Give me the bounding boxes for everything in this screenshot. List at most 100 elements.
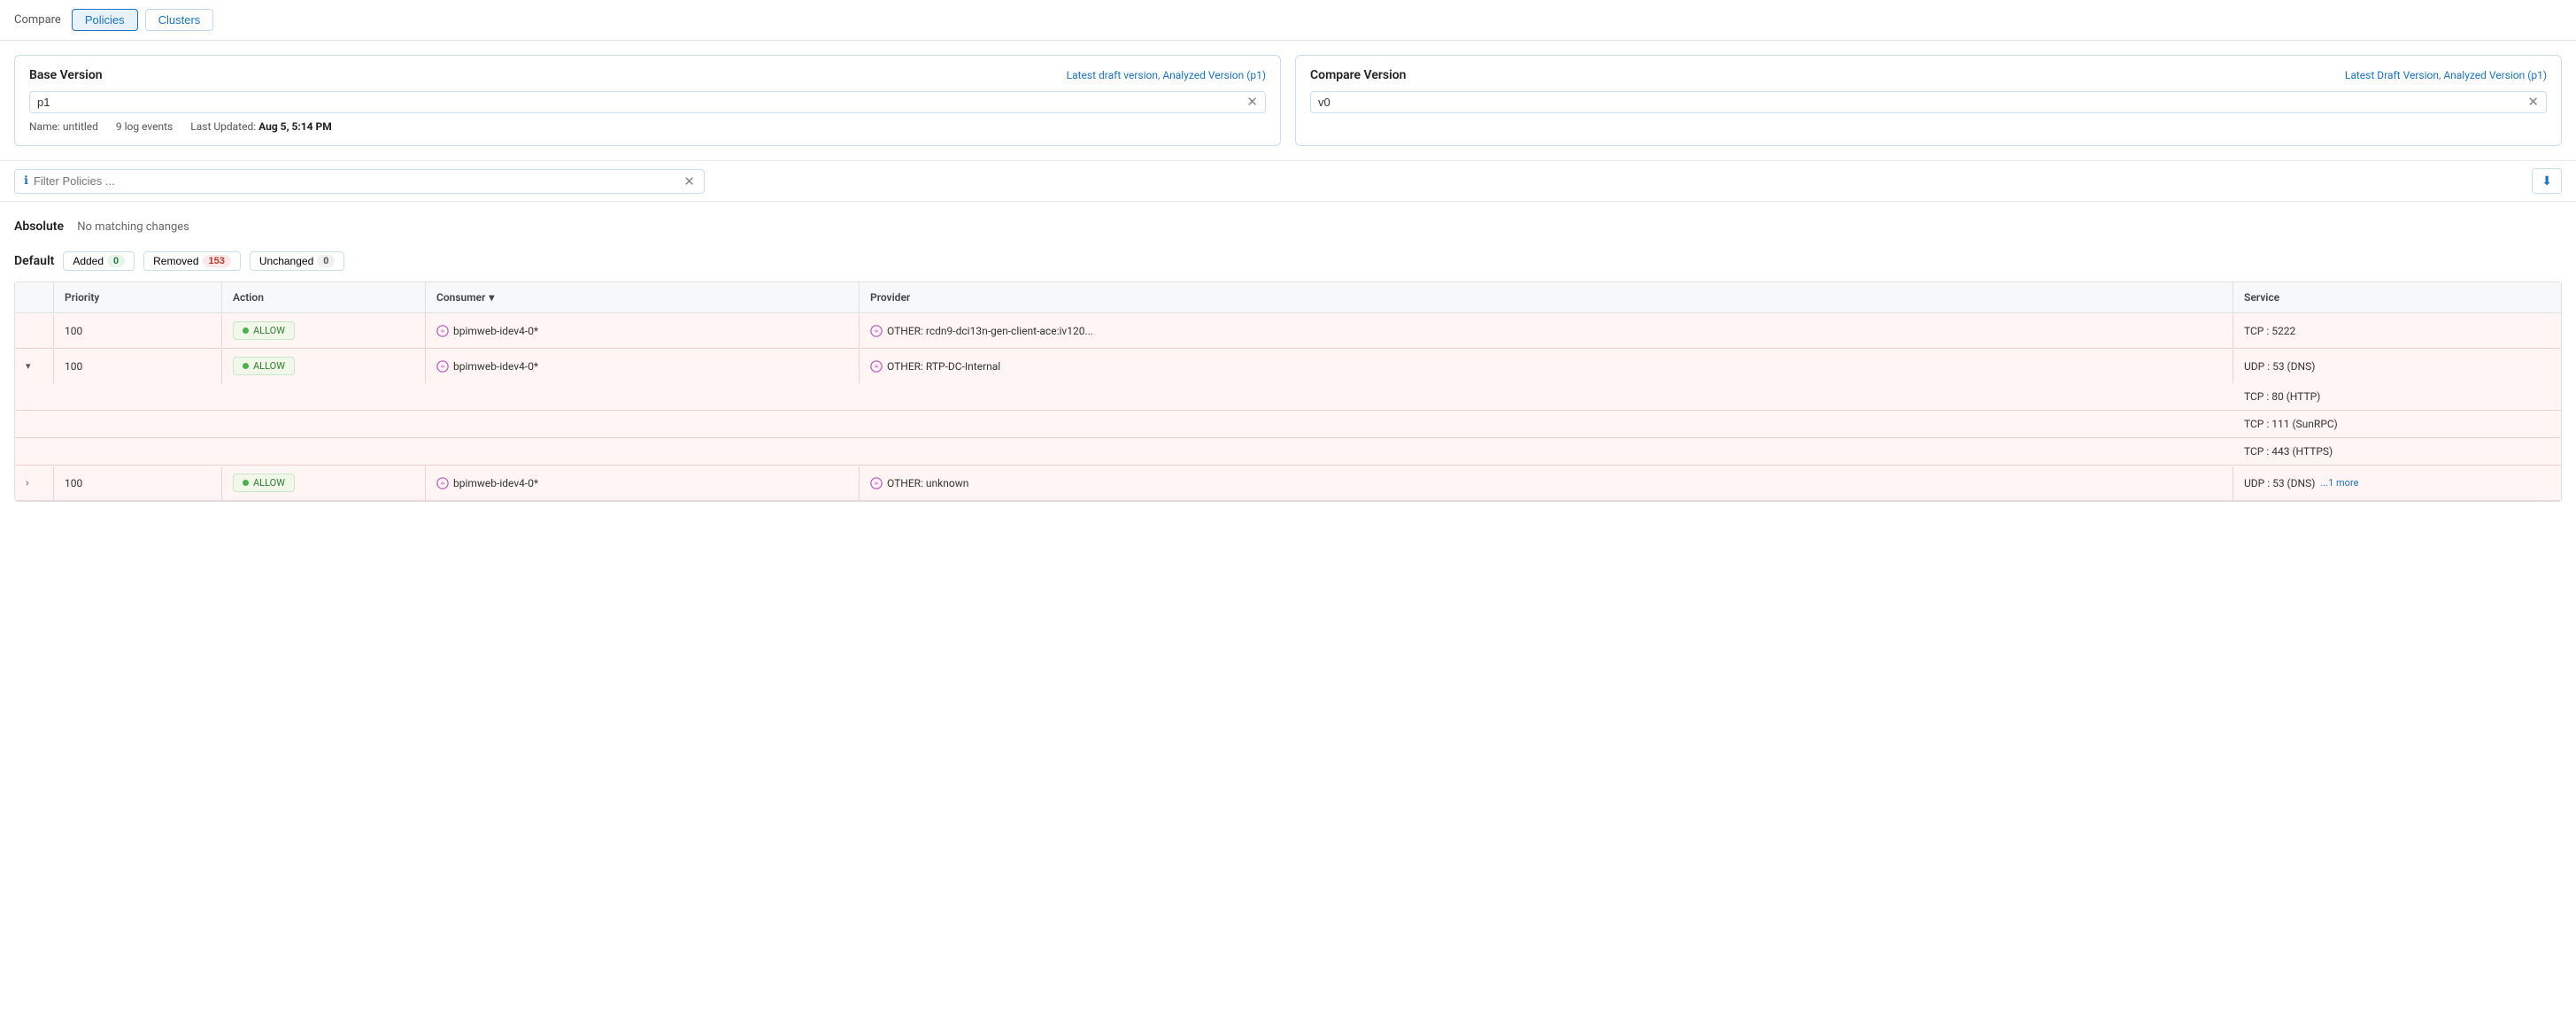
consumer-icon-3 [436,477,449,489]
unchanged-badge-btn[interactable]: Unchanged 0 [250,251,345,271]
download-icon: ⬇ [2541,173,2552,188]
base-version-name: Name: untitled [29,120,98,133]
base-last-updated: Last Updated: Aug 5, 5:14 PM [190,120,332,133]
base-version-links: Latest draft version, Analyzed Version (… [1067,69,1266,81]
compare-version-links: Latest Draft Version, Analyzed Version (… [2345,69,2547,81]
info-icon: ℹ [24,174,28,188]
filter-input-row: ℹ ✕ [14,169,705,194]
compare-analyzed-link[interactable]: Analyzed Version (p1) [2443,69,2547,81]
action-cell-2: ALLOW [222,349,426,383]
table-header: Priority Action Consumer ▾ Provider Serv… [15,282,2561,313]
priority-cell-1: 100 [54,314,222,348]
base-version-input[interactable] [37,96,1246,109]
provider-cell-1: OTHER: rcdn9-dci13n-gen-client-ace:iv120… [860,314,2233,348]
more-link-3[interactable]: ...1 more [2320,477,2358,489]
base-log-events: 9 log events [116,120,173,133]
absolute-section: Absolute No matching changes [0,202,2576,241]
th-consumer: Consumer ▾ [426,282,860,312]
unchanged-label: Unchanged [259,255,313,267]
table-row: ▾ 100 ALLOW bpimweb-idev4-0* [15,349,2561,383]
filter-clear-button[interactable]: ✕ [683,173,695,189]
expand-button-3[interactable]: › [26,478,29,489]
action-cell-3: ALLOW [222,466,426,500]
tab-clusters[interactable]: Clusters [145,9,214,31]
unchanged-count: 0 [317,255,335,267]
th-provider: Provider [860,282,2233,312]
compare-version-header: Compare Version Latest Draft Version, An… [1310,68,2547,82]
provider-icon-1 [870,325,883,337]
provider-cell-2: OTHER: RTP-DC-Internal [860,350,2233,383]
sub-row: TCP : 443 (HTTPS) [15,438,2561,466]
sub-service-3: TCP : 443 (HTTPS) [2233,438,2561,465]
sub-service-1: TCP : 80 (HTTP) [2233,383,2561,410]
consumer-icon-2 [436,360,449,373]
base-version-meta: Name: untitled 9 log events Last Updated… [29,120,1266,133]
compare-version-input[interactable] [1318,96,2527,109]
added-label: Added [73,255,104,267]
compare-version-clear[interactable]: ✕ [2527,96,2539,109]
priority-cell-2: 100 [54,350,222,383]
compare-label: Compare [14,13,61,27]
priority-cell-3: 100 [54,466,222,500]
compare-version-panel: Compare Version Latest Draft Version, An… [1295,55,2562,146]
service-cell-2: UDP : 53 (DNS) [2233,350,2561,383]
base-latest-link[interactable]: Latest draft version [1067,69,1158,81]
consumer-sort-icon[interactable]: ▾ [489,291,494,304]
added-count: 0 [107,255,125,267]
base-version-clear[interactable]: ✕ [1246,96,1258,109]
removed-badge-btn[interactable]: Removed 153 [143,251,241,271]
service-cell-1: TCP : 5222 [2233,314,2561,348]
default-section: Default Added 0 Removed 153 Unchanged 0 … [0,241,2576,502]
th-action: Action [222,282,426,312]
sub-row: TCP : 80 (HTTP) [15,383,2561,411]
expand-cell-2[interactable]: ▾ [15,350,54,383]
allow-badge-3: ALLOW [233,474,295,492]
allow-dot-3 [243,480,249,486]
base-version-panel: Base Version Latest draft version, Analy… [14,55,1281,146]
download-button[interactable]: ⬇ [2532,168,2562,194]
base-version-input-row: ✕ [29,91,1266,113]
allow-badge-1: ALLOW [233,321,295,340]
th-priority: Priority [54,282,222,312]
consumer-icon-1 [436,325,449,337]
allow-dot-1 [243,327,249,334]
provider-icon-2 [870,360,883,373]
consumer-cell-3: bpimweb-idev4-0* [426,466,860,500]
table-row: › 100 ALLOW bpimweb-idev4-0* [15,466,2561,501]
filter-bar: ℹ ✕ ⬇ [0,161,2576,202]
allow-dot-2 [243,363,249,369]
sub-service-2: TCP : 111 (SunRPC) [2233,411,2561,437]
filter-input[interactable] [34,174,683,188]
action-cell-1: ALLOW [222,313,426,348]
base-analyzed-link[interactable]: Analyzed Version (p1) [1162,69,1266,81]
absolute-no-changes: No matching changes [77,220,189,234]
consumer-cell-1: bpimweb-idev4-0* [426,314,860,348]
removed-count: 153 [203,255,231,267]
sub-row: TCP : 111 (SunRPC) [15,411,2561,438]
provider-icon-3 [870,477,883,489]
removed-label: Removed [153,255,198,267]
added-badge-btn[interactable]: Added 0 [63,251,135,271]
consumer-cell-2: bpimweb-idev4-0* [426,350,860,383]
th-service: Service [2233,282,2561,312]
base-version-header: Base Version Latest draft version, Analy… [29,68,1266,82]
service-cell-3: UDP : 53 (DNS) ...1 more [2233,466,2561,500]
compare-version-input-row: ✕ [1310,91,2547,113]
version-panels: Base Version Latest draft version, Analy… [0,41,2576,161]
provider-cell-3: OTHER: unknown [860,466,2233,500]
expand-cell-1 [15,314,54,348]
expand-cell-3[interactable]: › [15,466,54,500]
policy-table: Priority Action Consumer ▾ Provider Serv… [14,281,2562,502]
table-row: 100 ALLOW bpimweb-idev4-0* [15,313,2561,349]
expand-button-2[interactable]: ▾ [26,360,31,372]
default-title: Default [14,254,54,268]
base-version-title: Base Version [29,68,103,82]
default-header: Default Added 0 Removed 153 Unchanged 0 [14,251,2562,271]
allow-badge-2: ALLOW [233,357,295,375]
compare-version-title: Compare Version [1310,68,1407,82]
th-expand [15,282,54,312]
top-bar: Compare Policies Clusters [0,0,2576,41]
compare-latest-link[interactable]: Latest Draft Version [2345,69,2439,81]
tab-policies[interactable]: Policies [72,9,138,31]
absolute-title: Absolute [14,220,64,234]
